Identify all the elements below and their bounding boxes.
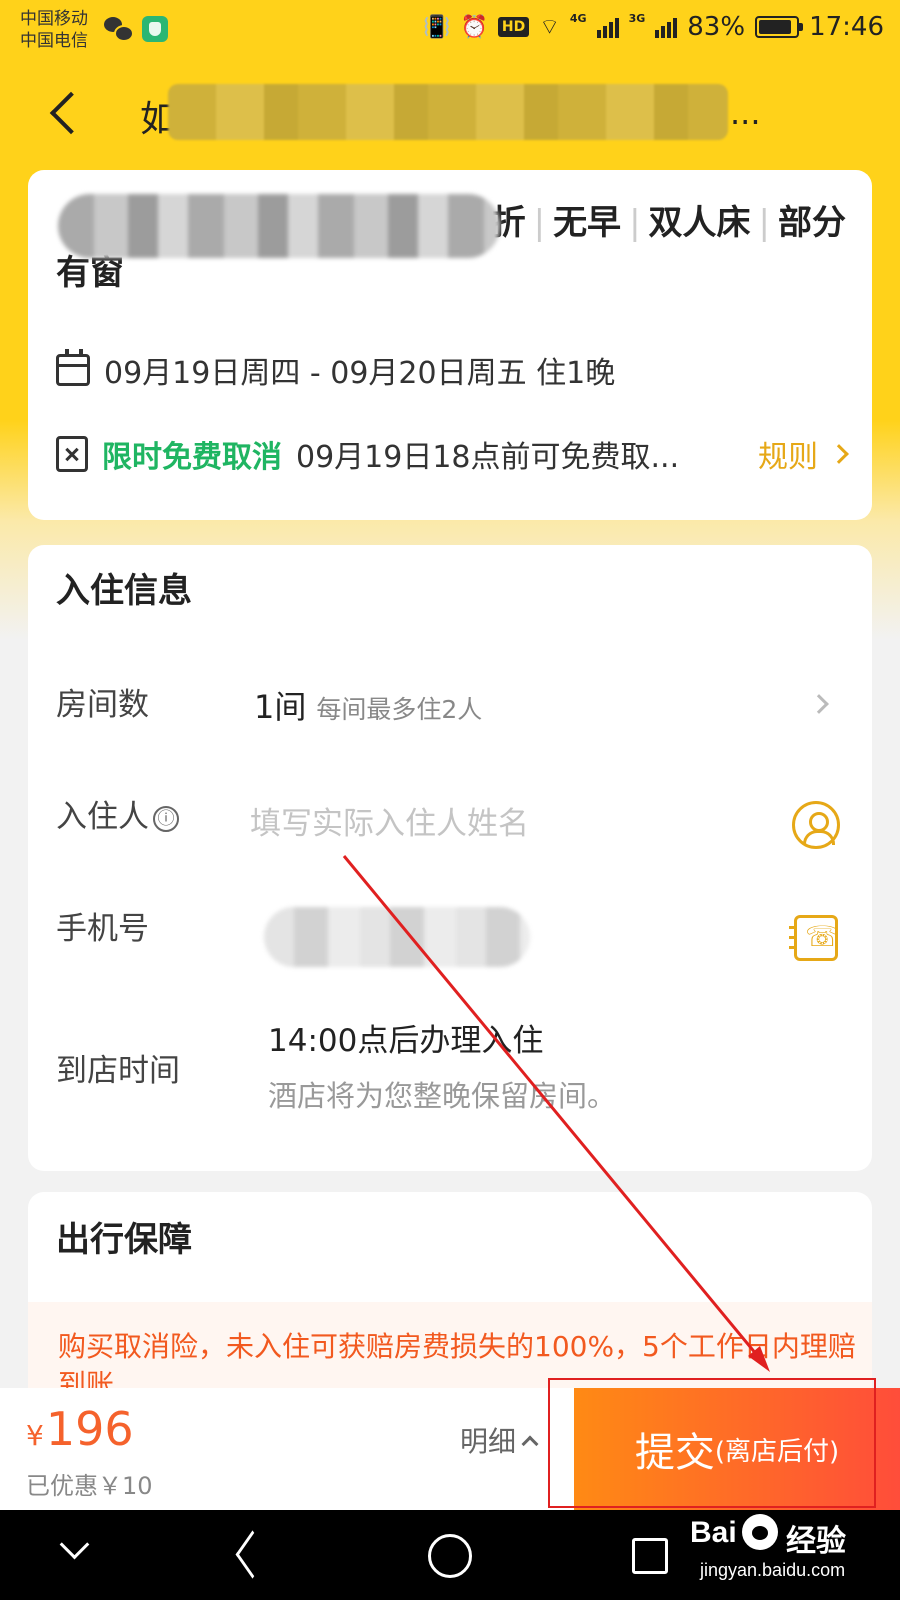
- rules-link[interactable]: 规则: [758, 432, 849, 476]
- price-detail-button[interactable]: 明细: [460, 1420, 539, 1460]
- stay-dates: 09月19日周四 - 09月20日周五 住1晚: [56, 348, 615, 392]
- nav-back-icon[interactable]: [230, 1534, 270, 1578]
- room-tag: 部分: [778, 203, 846, 243]
- watermark-logo-text: Bai: [690, 1516, 737, 1549]
- contact-picker-icon[interactable]: [792, 801, 840, 849]
- price-value: 196: [45, 1402, 134, 1456]
- phonebook-icon[interactable]: [789, 915, 840, 961]
- price-detail-label: 明细: [460, 1425, 517, 1458]
- arrive-time-note: 酒店将为您整晚保留房间。: [268, 1079, 617, 1113]
- battery-percent: 83%: [687, 12, 746, 42]
- annotation-highlight-box: [548, 1378, 876, 1508]
- battery-icon: [755, 16, 804, 38]
- back-icon[interactable]: [44, 92, 88, 136]
- rooms-label: 房间数: [56, 687, 149, 723]
- cancel-detail: 09月19日18点前可免费取...: [296, 440, 680, 475]
- phone-label: 手机号: [56, 911, 149, 947]
- cancel-policy-icon: [56, 436, 88, 472]
- wechat-icon: [104, 17, 134, 42]
- booking-summary-card: 折 | 无早 | 双人床 | 部分 有窗 09月19日周四 - 09月20日周五 住1晚 限…: [28, 170, 872, 520]
- net-3g-label: 3G: [628, 12, 646, 25]
- carrier-info: 中国移动 中国电信: [20, 8, 88, 52]
- nav-home-icon[interactable]: [428, 1534, 472, 1578]
- clock: 17:46: [809, 12, 884, 42]
- room-tag: 双人床: [648, 203, 751, 243]
- guest-name-input[interactable]: [250, 799, 770, 849]
- shield-icon: [142, 16, 168, 42]
- baidu-paw-icon: [742, 1514, 778, 1550]
- total-price: ¥196: [26, 1402, 134, 1456]
- redacted-room-name: [58, 194, 500, 258]
- chevron-up-icon: [521, 1435, 539, 1453]
- alarm-icon: ⏰: [460, 14, 488, 40]
- info-icon[interactable]: ⓘ: [153, 806, 179, 832]
- chevron-right-icon: [829, 444, 849, 464]
- title-ellipsis: ...: [730, 94, 761, 132]
- rules-label: 规则: [758, 440, 818, 475]
- rooms-note: 每间最多住2人: [316, 695, 483, 724]
- baidu-jingyan-watermark: Bai 经验 jingyan.baidu.com: [690, 1508, 890, 1594]
- header: 如 ...: [0, 70, 900, 160]
- carrier-2: 中国电信: [20, 31, 88, 51]
- redacted-hotel-name: [168, 84, 728, 140]
- guest-label: 入住人 ⓘ: [56, 791, 179, 836]
- net-4g-label: 4G: [569, 12, 587, 25]
- chevron-right-icon[interactable]: [809, 694, 829, 714]
- guest-info-card: 入住信息 房间数 1间每间最多住2人 入住人ⓘ 手机号 到店时间 14:00点后…: [28, 545, 872, 1171]
- signal-icon: [655, 16, 678, 38]
- section-title-guest-info: 入住信息: [56, 571, 192, 611]
- room-tag: 无早: [553, 203, 622, 243]
- free-cancel-tag: 限时免费取消: [102, 440, 282, 475]
- wifi-icon: ⌔: [539, 15, 560, 40]
- guest-label-text: 入住人: [56, 799, 149, 835]
- section-title-travel: 出行保障: [56, 1220, 192, 1260]
- hd-badge: HD: [497, 17, 530, 37]
- cancel-policy[interactable]: 限时免费取消 09月19日18点前可免费取... 规则: [56, 432, 849, 476]
- calendar-icon: [56, 349, 90, 386]
- arrive-time-label: 到店时间: [56, 1053, 180, 1089]
- vibrate-icon: 📳: [423, 14, 451, 40]
- arrive-time-value[interactable]: 14:00点后办理入住: [268, 1015, 543, 1060]
- watermark-brand: 经验: [786, 1524, 846, 1559]
- nav-recents-icon[interactable]: [632, 1538, 668, 1574]
- currency-symbol: ¥: [26, 1419, 44, 1452]
- signal-icon: [596, 16, 619, 38]
- status-bar: 中国移动 中国电信 📳 ⏰ HD ⌔ 4G 3G 83% 17:46: [0, 0, 900, 62]
- carrier-1: 中国移动: [20, 9, 88, 29]
- watermark-url: jingyan.baidu.com: [700, 1560, 846, 1580]
- redacted-phone-input[interactable]: [264, 907, 530, 967]
- rooms-selector[interactable]: 1间 每间最多住2人: [254, 682, 482, 728]
- stay-dates-text: 09月19日周四 - 09月20日周五 住1晚: [104, 356, 616, 391]
- nav-collapse-icon[interactable]: [60, 1534, 90, 1564]
- rooms-value: 1间: [254, 688, 307, 726]
- discount-text: 已优惠￥10: [26, 1472, 153, 1500]
